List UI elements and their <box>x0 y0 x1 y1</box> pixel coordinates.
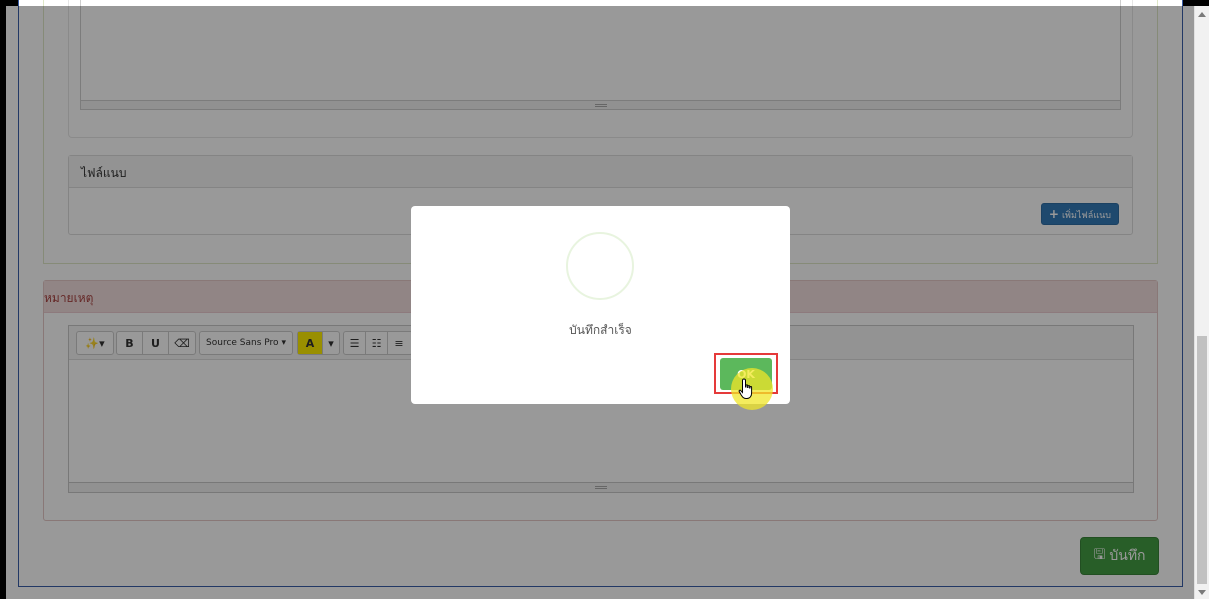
dialog-title: บันทึกสำเร็จ <box>569 323 632 337</box>
success-dialog: บันทึกสำเร็จ OK <box>411 206 790 404</box>
success-icon <box>566 232 634 300</box>
vertical-scrollbar[interactable] <box>1194 6 1209 599</box>
scroll-up-icon[interactable] <box>1198 12 1206 17</box>
scroll-down-icon[interactable] <box>1198 590 1206 595</box>
scroll-thumb[interactable] <box>1197 336 1207 584</box>
hand-cursor-icon <box>738 378 756 404</box>
